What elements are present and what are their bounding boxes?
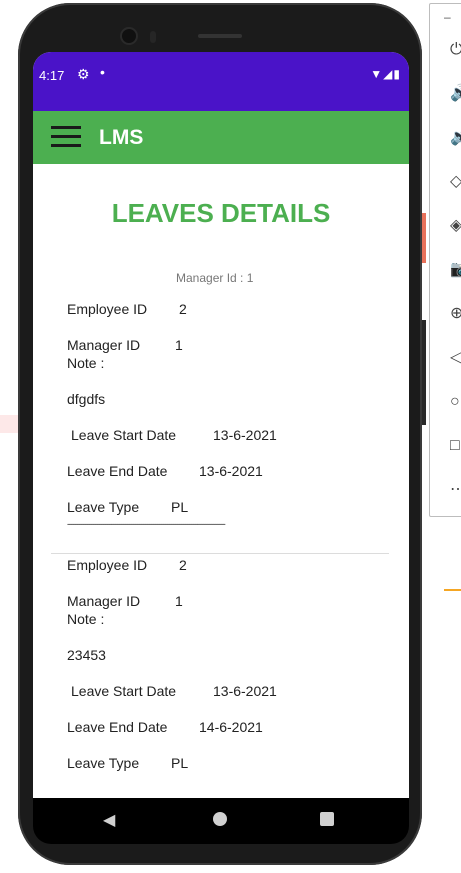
screenshot: – ⏻ 🔊 🔉 ◇ ◈ 📷 ⊕ ◁ ○ □ ⋯ 4:17 ⚙ • ▼◢▮ LMS xyxy=(0,0,461,873)
notification-dot: • xyxy=(100,64,105,80)
leave-start-value: 13-6-2021 xyxy=(213,683,277,699)
leave-start-label: Leave Start Date xyxy=(71,683,177,699)
leave-end-value: 14-6-2021 xyxy=(199,719,263,735)
back-icon[interactable]: ◁ xyxy=(450,348,461,368)
navigation-bar: ◀ xyxy=(33,798,409,844)
employee-id-label: Employee ID xyxy=(67,557,148,573)
background-artifact xyxy=(444,589,461,591)
app-title: LMS xyxy=(99,126,144,149)
page-title: LEAVES DETAILS xyxy=(111,198,331,228)
camera-icon[interactable]: 📷 xyxy=(450,260,461,280)
leave-end-label: Leave End Date xyxy=(67,463,168,479)
hamburger-icon[interactable] xyxy=(51,126,81,148)
rotate-right-icon[interactable]: ◈ xyxy=(450,216,461,236)
leave-type-value: PL xyxy=(171,499,189,515)
signal-battery-icon: ▼◢▮ xyxy=(370,67,401,81)
minimize-button[interactable]: – xyxy=(444,10,451,24)
employee-id-value: 2 xyxy=(179,301,187,317)
status-bar: 4:17 ⚙ • ▼◢▮ xyxy=(33,52,409,111)
leaves-list[interactable]: LEAVES DETAILS Manager Id : 1 Employee I… xyxy=(33,164,409,798)
leave-start-label: Leave Start Date xyxy=(71,427,177,443)
manager-id-label: Manager ID xyxy=(67,337,141,353)
note-value: dfgdfs xyxy=(67,391,106,407)
recents-icon[interactable] xyxy=(320,812,334,826)
leave-end-value: 13-6-2021 xyxy=(199,463,263,479)
note-value: 23453 xyxy=(67,647,106,663)
power-icon[interactable]: ⏻ xyxy=(450,40,461,60)
overview-icon[interactable]: □ xyxy=(450,436,461,456)
earpiece-speaker xyxy=(198,34,242,38)
device-screen: 4:17 ⚙ • ▼◢▮ LMS LEAVES DETAILS Manager … xyxy=(33,52,409,798)
leave-type-value: PL xyxy=(171,755,189,771)
leave-type-label: Leave Type xyxy=(67,755,140,771)
manager-id-value: 1 xyxy=(175,337,183,353)
status-time: 4:17 xyxy=(39,68,65,83)
record-separator: ----------------------------------------… xyxy=(67,519,226,529)
manager-id-label: Manager ID xyxy=(67,593,141,609)
employee-id-label: Employee ID xyxy=(67,301,148,317)
leave-type-label: Leave Type xyxy=(67,499,140,515)
manager-id-header: Manager Id : 1 xyxy=(176,271,254,285)
emulator-toolbar: – ⏻ 🔊 🔉 ◇ ◈ 📷 ⊕ ◁ ○ □ ⋯ xyxy=(429,3,461,517)
gear-icon: ⚙ xyxy=(77,66,90,82)
note-label: Note : xyxy=(67,355,105,371)
front-camera xyxy=(120,27,138,45)
home-icon[interactable] xyxy=(213,812,227,826)
background-artifact xyxy=(0,415,20,433)
volume-up-icon[interactable]: 🔊 xyxy=(450,84,461,104)
more-icon[interactable]: ⋯ xyxy=(450,480,461,500)
manager-id-value: 1 xyxy=(175,593,183,609)
note-label: Note : xyxy=(67,611,105,627)
list-divider xyxy=(51,553,389,554)
leave-start-value: 13-6-2021 xyxy=(213,427,277,443)
leave-end-label: Leave End Date xyxy=(67,719,168,735)
employee-id-value: 2 xyxy=(179,557,187,573)
sensor xyxy=(150,31,156,43)
rotate-left-icon[interactable]: ◇ xyxy=(450,172,461,192)
zoom-icon[interactable]: ⊕ xyxy=(450,304,461,324)
volume-down-icon[interactable]: 🔉 xyxy=(450,128,461,148)
back-icon[interactable]: ◀ xyxy=(103,810,115,830)
home-icon[interactable]: ○ xyxy=(450,392,461,412)
app-bar: LMS xyxy=(33,111,409,164)
